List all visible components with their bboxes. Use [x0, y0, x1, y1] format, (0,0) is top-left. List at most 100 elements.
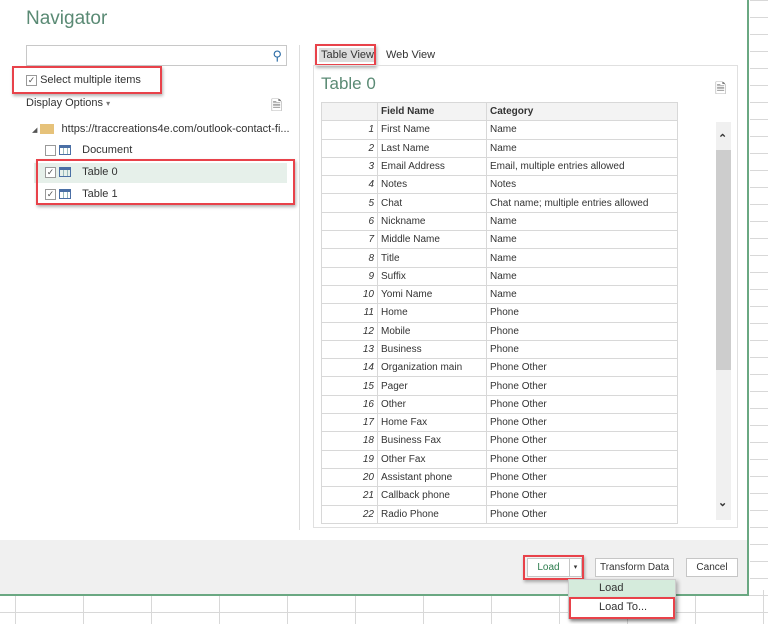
- field-name-cell: Business Fax: [377, 431, 487, 451]
- row-number: 16: [321, 394, 378, 415]
- checkbox[interactable]: [45, 144, 56, 156]
- category-cell: Phone Other: [486, 431, 678, 451]
- row-number: 14: [321, 358, 378, 378]
- highlight-box: [315, 44, 376, 66]
- dropdown-arrow-icon: ▾: [106, 99, 111, 108]
- scroll-down-icon[interactable]: ⌄: [718, 496, 727, 509]
- row-number: 10: [321, 284, 378, 305]
- table-row: 2 Last Name Name: [321, 138, 678, 158]
- checkbox[interactable]: ✓: [26, 74, 37, 86]
- row-number: 7: [321, 230, 378, 250]
- row-number: 17: [321, 413, 378, 433]
- field-name-cell: Radio Phone: [377, 504, 487, 524]
- category-cell: Email, multiple entries allowed: [486, 156, 678, 177]
- row-number: 3: [321, 156, 378, 177]
- field-name-cell: Assistant phone: [377, 467, 487, 488]
- category-cell: Name: [486, 211, 678, 232]
- search-input[interactable]: ⚲: [26, 45, 287, 66]
- preview-title: Table 0: [321, 74, 376, 93]
- category-cell: Notes: [486, 175, 678, 195]
- table-row: 21 Callback phone Phone Other: [321, 486, 678, 506]
- field-name-cell: Home Fax: [377, 413, 487, 433]
- row-number: 22: [321, 504, 378, 524]
- table-row: 12 Mobile Phone: [321, 321, 678, 341]
- row-number: 20: [321, 467, 378, 488]
- table-row: 22 Radio Phone Phone Other: [321, 504, 678, 524]
- row-number: 9: [321, 266, 378, 286]
- cancel-button[interactable]: Cancel: [686, 558, 738, 577]
- table-header: Field Name Category: [321, 101, 678, 122]
- field-name-cell: Middle Name: [377, 230, 487, 250]
- table-row: 16 Other Phone Other: [321, 394, 678, 415]
- row-number: 11: [321, 303, 378, 323]
- display-options-dropdown[interactable]: Display Options ▾: [26, 97, 110, 109]
- row-number: 12: [321, 321, 378, 341]
- select-multiple-checkbox[interactable]: ✓ Select multiple items: [26, 74, 141, 86]
- search-icon[interactable]: ⚲: [272, 48, 282, 64]
- category-cell: Phone Other: [486, 449, 678, 469]
- row-number: 1: [321, 120, 378, 140]
- field-name-cell: Suffix: [377, 266, 487, 286]
- dialog-title: Navigator: [26, 8, 108, 29]
- table-row: 7 Middle Name Name: [321, 230, 678, 250]
- field-name-cell: Business: [377, 339, 487, 360]
- row-number: 13: [321, 339, 378, 360]
- transform-data-button[interactable]: Transform Data: [595, 558, 674, 577]
- field-name-cell: Notes: [377, 175, 487, 195]
- highlight-box: [36, 159, 295, 205]
- table-row: 17 Home Fax Phone Other: [321, 413, 678, 433]
- select-multiple-label: Select multiple items: [40, 74, 141, 86]
- field-name-cell: First Name: [377, 120, 487, 140]
- category-cell: Phone Other: [486, 358, 678, 378]
- row-number: 21: [321, 486, 378, 506]
- table-row: 19 Other Fax Phone Other: [321, 449, 678, 469]
- excel-grid-right: [750, 0, 768, 624]
- refresh-document-icon[interactable]: 🗎: [271, 95, 282, 119]
- tree-root[interactable]: ◢ https://traccreations4e.com/outlook-co…: [32, 123, 290, 135]
- category-cell: Name: [486, 284, 678, 305]
- category-cell: Phone Other: [486, 504, 678, 524]
- table-row: 18 Business Fax Phone Other: [321, 431, 678, 451]
- tree-item-document[interactable]: Document: [45, 144, 132, 156]
- category-cell: Phone Other: [486, 394, 678, 415]
- tab-web-view[interactable]: Web View: [386, 49, 435, 61]
- table-row: 20 Assistant phone Phone Other: [321, 467, 678, 488]
- display-options-label: Display Options: [26, 97, 104, 109]
- column-header: Field Name: [377, 101, 487, 122]
- field-name-cell: Nickname: [377, 211, 487, 232]
- category-cell: Phone: [486, 339, 678, 360]
- category-cell: Name: [486, 248, 678, 268]
- category-cell: Name: [486, 120, 678, 140]
- table-row: 15 Pager Phone Other: [321, 376, 678, 396]
- pane-divider[interactable]: [299, 45, 300, 530]
- row-number: 19: [321, 449, 378, 469]
- category-cell: Phone Other: [486, 413, 678, 433]
- collapse-icon[interactable]: ◢: [32, 127, 37, 134]
- field-name-cell: Organization main: [377, 358, 487, 378]
- column-header: Category: [486, 101, 678, 122]
- field-name-cell: Pager: [377, 376, 487, 396]
- column-header: [321, 101, 378, 122]
- table-row: 10 Yomi Name Name: [321, 284, 678, 305]
- table-icon: [59, 145, 72, 156]
- category-cell: Name: [486, 138, 678, 158]
- category-cell: Phone Other: [486, 467, 678, 488]
- field-name-cell: Email Address: [377, 156, 487, 177]
- menu-item-load[interactable]: Load: [569, 580, 675, 598]
- navigator-dialog: Navigator ⚲ ✓ Select multiple items Disp…: [0, 0, 749, 596]
- scrollbar-thumb[interactable]: [716, 150, 731, 370]
- table-row: 11 Home Phone: [321, 303, 678, 323]
- field-name-cell: Other Fax: [377, 449, 487, 469]
- scroll-up-icon[interactable]: ⌃: [718, 132, 727, 145]
- field-name-cell: Callback phone: [377, 486, 487, 506]
- row-number: 2: [321, 138, 378, 158]
- table-row: 9 Suffix Name: [321, 266, 678, 286]
- field-name-cell: Mobile: [377, 321, 487, 341]
- refresh-preview-icon[interactable]: 🗎: [715, 78, 726, 102]
- row-number: 5: [321, 193, 378, 213]
- category-cell: Name: [486, 266, 678, 286]
- highlight-box: [569, 597, 675, 619]
- category-cell: Phone Other: [486, 486, 678, 506]
- field-name-cell: Title: [377, 248, 487, 268]
- field-name-cell: Home: [377, 303, 487, 323]
